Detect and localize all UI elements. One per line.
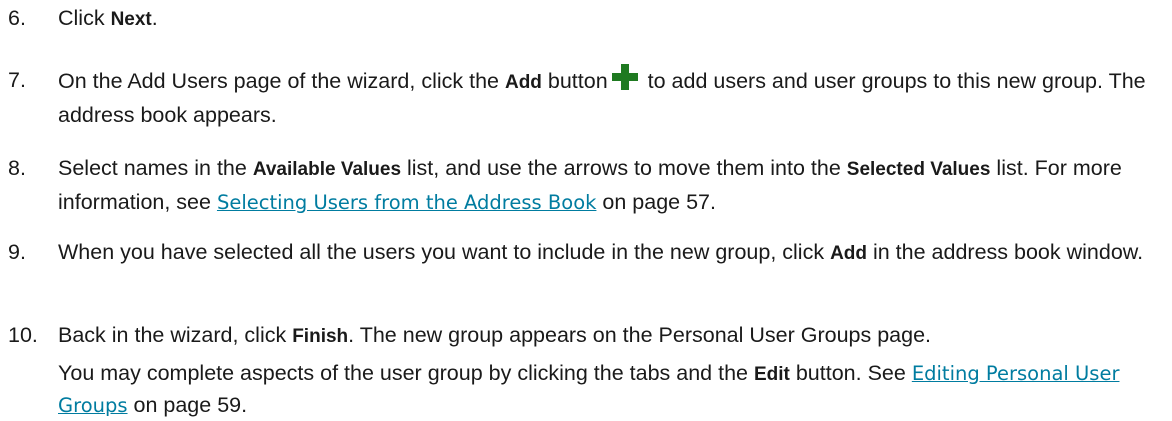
add-label: Add [504, 72, 542, 93]
finish-label: Finish [292, 326, 349, 347]
step-number: 7. [8, 68, 26, 92]
edit-label: Edit [753, 364, 790, 385]
step-text: On the Add Users page of the wizard, cli… [58, 64, 1153, 131]
available-values-label: Available Values [252, 159, 402, 180]
step-number: 9. [8, 240, 26, 264]
step-text: Back in the wizard, click Finish. The ne… [58, 323, 932, 347]
add-label: Add [830, 243, 867, 264]
selected-values-label: Selected Values [846, 159, 991, 180]
step-number: 6. [8, 6, 26, 30]
step-text: When you have selected all the users you… [58, 240, 1144, 264]
next-label: Next [110, 9, 152, 30]
step-number: 10. [8, 323, 38, 347]
step-text: Click Next. [58, 6, 158, 30]
note-text: You may complete aspects of the user gro… [58, 361, 1120, 417]
add-plus-icon [611, 64, 638, 90]
step-number: 8. [8, 156, 26, 180]
selecting-users-link[interactable]: Selecting Users from the Address Book [217, 191, 596, 214]
step-text: Select names in the Available Values lis… [58, 156, 1122, 214]
